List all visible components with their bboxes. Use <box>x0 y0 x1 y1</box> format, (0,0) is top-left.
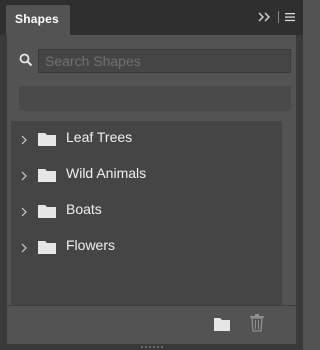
new-group-folder-icon[interactable] <box>213 316 231 332</box>
folder-icon <box>37 167 57 183</box>
list-item[interactable]: Wild Animals <box>11 157 282 193</box>
folder-icon <box>37 203 57 219</box>
list-item-label: Leaf Trees <box>66 129 133 145</box>
shapes-panel: Shapes Search Shapes Leaf Trees Wild Ani… <box>0 0 303 350</box>
chevron-right-icon[interactable] <box>20 133 28 145</box>
list-item[interactable]: Flowers <box>11 229 282 265</box>
tab-shapes[interactable]: Shapes <box>6 5 70 35</box>
panel-right-border <box>296 35 303 350</box>
title-controls <box>258 9 295 25</box>
search-row <box>19 49 291 73</box>
list-item-label: Wild Animals <box>66 165 147 181</box>
list-item-label: Flowers <box>66 237 116 253</box>
folder-icon <box>37 131 57 147</box>
resize-grip[interactable] <box>0 344 303 350</box>
panel-left-border <box>0 35 7 350</box>
grip-dots <box>141 346 165 348</box>
list-item[interactable]: Leaf Trees <box>11 121 282 157</box>
trash-icon[interactable] <box>250 314 264 332</box>
search-icon <box>19 53 33 67</box>
shape-groups-list: Leaf Trees Wild Animals Boats Flowers <box>11 121 282 305</box>
divider <box>278 11 279 23</box>
chevron-right-icon[interactable] <box>20 205 28 217</box>
chevron-right-icon[interactable] <box>20 169 28 181</box>
folder-icon <box>37 239 57 255</box>
double-chevron-right-icon[interactable] <box>258 12 272 22</box>
shape-preview-area <box>19 86 291 111</box>
list-item-label: Boats <box>66 201 102 217</box>
chevron-right-icon[interactable] <box>20 241 28 253</box>
scrollbar-track[interactable] <box>282 121 296 305</box>
panel-body: Leaf Trees Wild Animals Boats <box>7 35 296 345</box>
panel-footer <box>7 305 296 345</box>
list-item[interactable]: Boats <box>11 193 282 229</box>
hamburger-menu-icon[interactable] <box>285 12 295 22</box>
panel-titlebar: Shapes <box>0 0 303 35</box>
tab-label: Shapes <box>15 12 59 26</box>
search-input[interactable] <box>38 49 291 73</box>
